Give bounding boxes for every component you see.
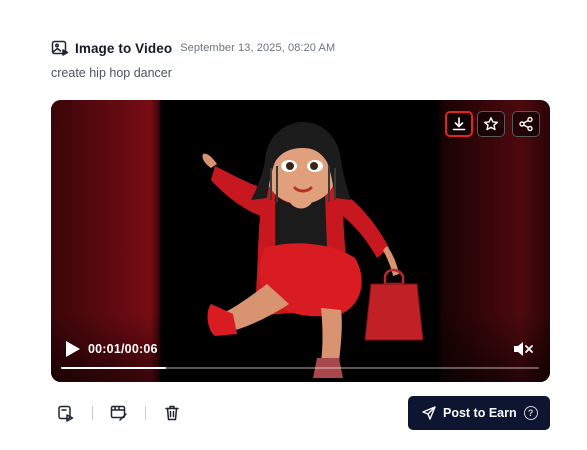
current-time: 00:01	[88, 342, 121, 356]
star-icon	[484, 117, 498, 131]
toolbar-divider	[145, 406, 146, 420]
favorite-button[interactable]	[477, 111, 505, 137]
timestamp: September 13, 2025, 08:20 AM	[180, 42, 336, 54]
download-button[interactable]	[445, 111, 473, 137]
trash-icon	[165, 405, 179, 421]
mute-button[interactable]	[513, 341, 533, 357]
dancer-figure	[202, 122, 424, 378]
share-button[interactable]	[512, 111, 540, 137]
image-video-icon	[51, 39, 69, 57]
download-icon	[452, 117, 466, 131]
edit-video-button[interactable]	[110, 404, 128, 422]
share-icon	[519, 116, 533, 132]
image-to-video-button[interactable]	[57, 404, 75, 422]
page-title: Image to Video	[75, 40, 173, 56]
progress-fill	[61, 367, 167, 369]
play-button[interactable]	[65, 340, 81, 358]
toolbar-divider	[92, 406, 93, 420]
duration: 00:06	[124, 342, 158, 356]
send-icon	[422, 406, 436, 420]
prompt-text: create hip hop dancer	[51, 66, 172, 80]
help-icon[interactable]: ?	[523, 406, 538, 420]
video-timecode: 00:01/00:06	[88, 342, 158, 356]
video-player[interactable]: 00:01/00:06	[51, 100, 550, 382]
video-header: Image to Video September 13, 2025, 08:20…	[51, 39, 335, 57]
action-toolbar	[57, 403, 181, 423]
delete-button[interactable]	[163, 404, 181, 422]
progress-bar[interactable]	[61, 367, 539, 369]
post-to-earn-label: Post to Earn	[443, 406, 517, 420]
post-to-earn-button[interactable]: Post to Earn ?	[408, 396, 550, 430]
edit-video-icon	[110, 405, 127, 421]
image-to-video-icon	[58, 405, 74, 422]
